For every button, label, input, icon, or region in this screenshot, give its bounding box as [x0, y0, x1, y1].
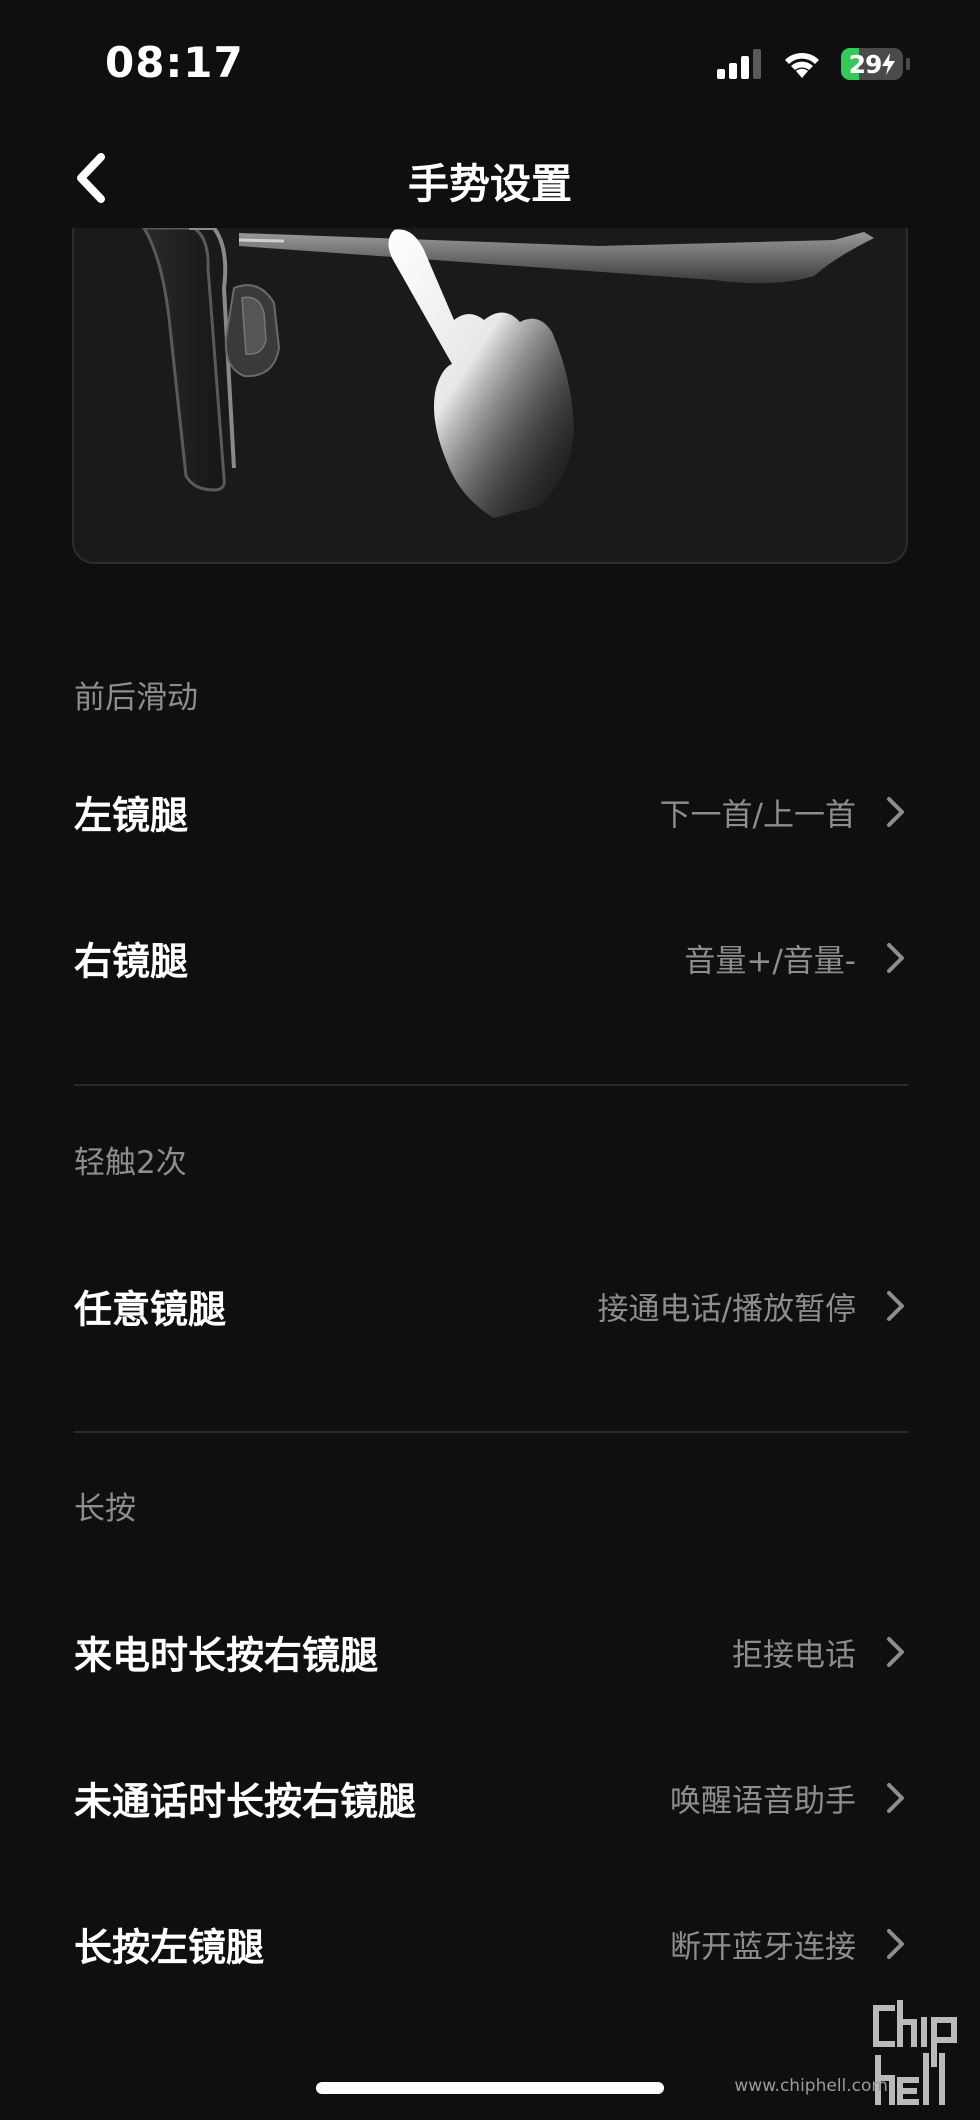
watermark-url: www.chiphell.com — [734, 2076, 888, 2096]
row-label: 左镜腿 — [74, 793, 189, 838]
nav-bar: 手势设置 — [0, 130, 980, 230]
row-label: 来电时长按右镜腿 — [74, 1633, 379, 1678]
wifi-icon — [785, 52, 819, 78]
divider — [74, 1431, 908, 1433]
chevron-right-icon — [887, 797, 904, 827]
row-label: 右镜腿 — [74, 939, 189, 984]
status-icons: 29 — [717, 46, 910, 82]
row-value: 断开蓝牙连接 — [670, 1929, 856, 1966]
cellular-signal-icon — [717, 49, 761, 79]
row-disconnect-bluetooth[interactable]: 长按左镜腿 断开蓝牙连接 — [74, 1889, 908, 1999]
gesture-illustration — [72, 228, 908, 564]
illustration-canvas — [142, 228, 874, 518]
battery-charging-icon: 29 — [841, 48, 903, 80]
row-label: 任意镜腿 — [74, 1287, 227, 1332]
row-value: 拒接电话 — [732, 1637, 856, 1674]
battery-cap — [906, 58, 910, 70]
section-header-swipe: 前后滑动 — [74, 680, 198, 716]
row-value: 唤醒语音助手 — [670, 1783, 856, 1820]
charging-bolt-icon — [882, 53, 896, 75]
row-voice-assistant[interactable]: 未通话时长按右镜腿 唤醒语音助手 — [74, 1743, 908, 1853]
chevron-right-icon — [887, 1637, 904, 1667]
row-any-temple-double-tap[interactable]: 任意镜腿 接通电话/播放暂停 — [74, 1251, 908, 1361]
row-label: 未通话时长按右镜腿 — [74, 1779, 417, 1824]
chevron-right-icon — [887, 1291, 904, 1321]
section-header-long-press: 长按 — [74, 1491, 136, 1527]
row-label: 长按左镜腿 — [74, 1925, 265, 1970]
chevron-right-icon — [887, 1929, 904, 1959]
home-indicator[interactable] — [316, 2082, 664, 2094]
row-value: 下一首/上一首 — [659, 797, 856, 834]
row-value: 音量+/音量- — [684, 943, 856, 980]
battery-level: 29 — [848, 49, 883, 79]
page-title: 手势设置 — [408, 160, 572, 208]
row-value: 接通电话/播放暂停 — [597, 1291, 856, 1328]
row-reject-call[interactable]: 来电时长按右镜腿 拒接电话 — [74, 1597, 908, 1707]
chevron-right-icon — [887, 1783, 904, 1813]
status-time: 08:17 — [105, 38, 244, 87]
row-right-temple-swipe[interactable]: 右镜腿 音量+/音量- — [74, 903, 908, 1013]
chevron-right-icon — [887, 943, 904, 973]
section-header-double-tap: 轻触2次 — [74, 1145, 187, 1181]
divider — [74, 1084, 908, 1086]
finger-pointer-icon — [388, 229, 574, 518]
row-left-temple-swipe[interactable]: 左镜腿 下一首/上一首 — [74, 757, 908, 867]
status-bar: 08:17 29 — [0, 0, 980, 130]
